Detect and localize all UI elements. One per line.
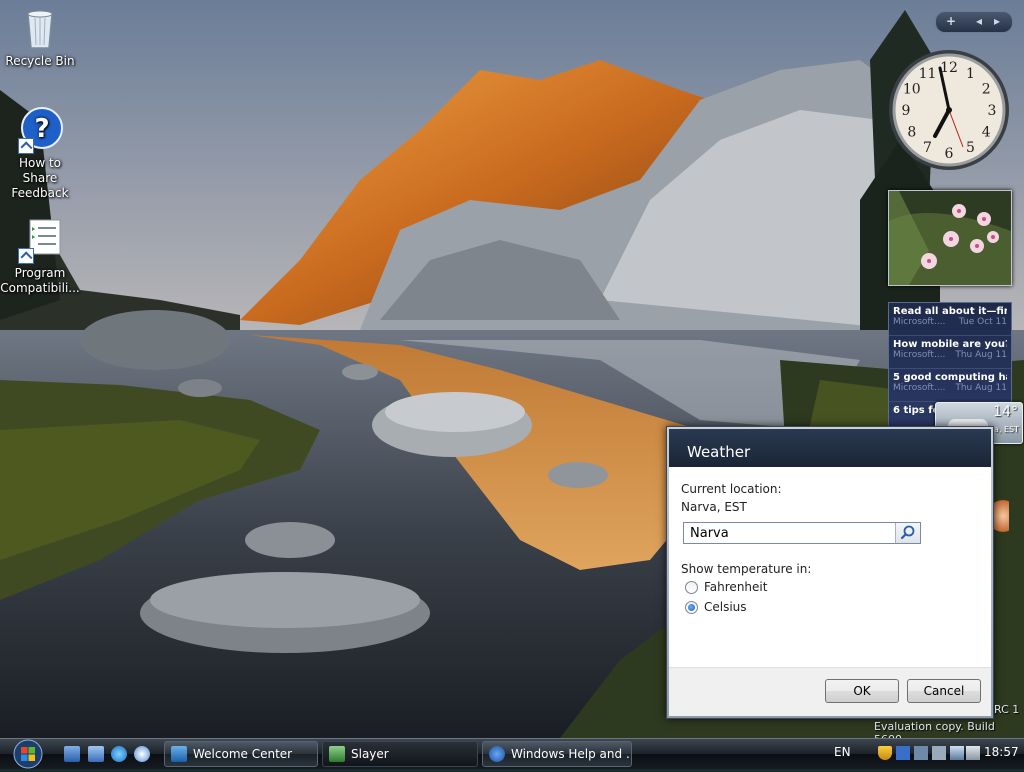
celsius-label: Celsius bbox=[704, 600, 747, 614]
gadget-orb-icon bbox=[993, 492, 1009, 540]
clock-numeral: 5 bbox=[966, 140, 975, 156]
build-rc-text: RC 1 bbox=[994, 703, 1020, 716]
slayer-app-icon bbox=[329, 746, 345, 762]
celsius-option[interactable]: Celsius bbox=[685, 599, 747, 615]
start-button[interactable] bbox=[8, 739, 48, 769]
clock-numeral: 9 bbox=[902, 103, 911, 119]
desktop-icon-recycle-bin[interactable]: Recycle Bin bbox=[0, 4, 80, 69]
windows-orb-icon bbox=[13, 739, 43, 769]
task-label: Slayer bbox=[351, 747, 389, 761]
task-windows-help[interactable]: Windows Help and ... bbox=[482, 741, 632, 767]
task-label: Welcome Center bbox=[193, 747, 293, 761]
task-welcome-center[interactable]: Welcome Center bbox=[164, 741, 318, 767]
welcome-center-icon bbox=[171, 746, 187, 762]
location-search-input[interactable] bbox=[690, 525, 890, 541]
feed-source: Microsoft.... bbox=[893, 317, 946, 327]
feed-source: Microsoft.... bbox=[893, 383, 946, 393]
weather-settings-dialog: Weather Current location: Narva, EST Sho… bbox=[666, 426, 994, 719]
dialog-title: Weather bbox=[687, 443, 751, 461]
feed-date: Tue Oct 11 bbox=[958, 317, 1007, 327]
recycle-bin-icon bbox=[16, 4, 64, 52]
language-indicator[interactable]: EN bbox=[834, 745, 851, 759]
fahrenheit-option[interactable]: Fahrenheit bbox=[685, 579, 767, 595]
current-location-label: Current location: bbox=[681, 482, 782, 496]
clock-numeral: 8 bbox=[907, 125, 916, 141]
desktop-icon-program-compatibility[interactable]: Program Compatibili... bbox=[0, 216, 80, 296]
feed-date: Thu Aug 11 bbox=[955, 350, 1007, 360]
sidebar-next-button[interactable]: ▸ bbox=[994, 14, 1000, 28]
current-location-value: Narva, EST bbox=[681, 500, 747, 514]
clock-gadget[interactable]: 12 12 3 45678 9 1011 bbox=[887, 48, 1011, 172]
shortcut-arrow-icon bbox=[18, 248, 34, 264]
network-icon[interactable] bbox=[950, 746, 964, 760]
clock-numeral: 10 bbox=[903, 82, 921, 98]
security-shield-icon[interactable] bbox=[878, 746, 892, 760]
clock-numeral: 11 bbox=[919, 66, 937, 82]
search-icon bbox=[900, 525, 915, 540]
tray-app-icon[interactable] bbox=[914, 746, 928, 760]
celsius-radio[interactable] bbox=[685, 600, 698, 614]
feed-source: Microsoft.... bbox=[893, 350, 946, 360]
svg-text:?: ? bbox=[34, 114, 49, 144]
feed-item[interactable]: Read all about it—fin... Microsoft.... Tu… bbox=[889, 303, 1011, 336]
feed-title: Read all about it—fin... bbox=[893, 306, 1007, 317]
weather-temperature: 14° bbox=[993, 404, 1018, 420]
show-temperature-label: Show temperature in: bbox=[681, 562, 812, 576]
internet-explorer-icon[interactable] bbox=[111, 746, 127, 762]
clock-numeral: 7 bbox=[923, 140, 932, 156]
clock-numeral: 1 bbox=[966, 66, 975, 82]
desktop-icon-label: Program Compatibili... bbox=[0, 266, 80, 295]
tray-app-icon[interactable] bbox=[932, 746, 946, 760]
tray-app-icon[interactable] bbox=[896, 746, 910, 760]
fahrenheit-label: Fahrenheit bbox=[704, 580, 768, 594]
feed-date: Thu Aug 11 bbox=[955, 383, 1007, 393]
clock-numeral: 2 bbox=[982, 82, 991, 98]
desktop-icon-share-feedback[interactable]: ? How to Share Feedback bbox=[0, 106, 80, 201]
show-desktop-icon[interactable] bbox=[64, 746, 80, 762]
dialog-header: Weather bbox=[669, 429, 991, 467]
taskbar: Welcome Center Slayer Windows Help and .… bbox=[0, 738, 1024, 769]
search-button[interactable] bbox=[895, 523, 920, 543]
dialog-body: Current location: Narva, EST Show temper… bbox=[669, 467, 991, 716]
volume-icon[interactable] bbox=[966, 746, 980, 760]
flower-photo bbox=[889, 191, 1011, 285]
help-question-icon: ? bbox=[16, 106, 64, 154]
task-slayer[interactable]: Slayer bbox=[322, 741, 478, 767]
sidebar-controls: + ◂ ▸ bbox=[935, 11, 1013, 33]
desktop-icon-label: How to Share Feedback bbox=[11, 156, 69, 200]
help-icon bbox=[489, 746, 505, 762]
add-gadget-button[interactable]: + bbox=[946, 14, 956, 28]
task-label: Windows Help and ... bbox=[511, 747, 632, 761]
dialog-footer: OK Cancel bbox=[669, 667, 991, 716]
cancel-button[interactable]: Cancel bbox=[907, 679, 981, 703]
ok-button[interactable]: OK bbox=[825, 679, 899, 703]
switch-windows-icon[interactable] bbox=[88, 746, 104, 762]
shortcut-arrow-icon bbox=[18, 138, 34, 154]
clock-numeral: 3 bbox=[988, 103, 997, 119]
taskbar-clock[interactable]: 18:57 bbox=[984, 745, 1019, 759]
media-player-icon[interactable] bbox=[134, 746, 150, 762]
clock-numeral: 4 bbox=[982, 125, 991, 141]
feed-item[interactable]: 5 good computing ha... Microsoft.... Thu … bbox=[889, 369, 1011, 402]
program-compatibility-icon bbox=[16, 216, 64, 264]
clock-numeral: 12 bbox=[940, 60, 958, 76]
desktop-icon-label: Recycle Bin bbox=[5, 54, 75, 68]
sidebar-prev-button[interactable]: ◂ bbox=[976, 14, 982, 28]
feed-item[interactable]: How mobile are you?... Microsoft.... Thu … bbox=[889, 336, 1011, 369]
clock-numeral: 6 bbox=[945, 146, 954, 162]
slideshow-gadget[interactable] bbox=[888, 190, 1012, 286]
location-search-box bbox=[683, 522, 921, 544]
feed-title: How mobile are you?... bbox=[893, 339, 1007, 350]
feed-title: 5 good computing ha... bbox=[893, 372, 1007, 383]
fahrenheit-radio[interactable] bbox=[685, 580, 698, 594]
